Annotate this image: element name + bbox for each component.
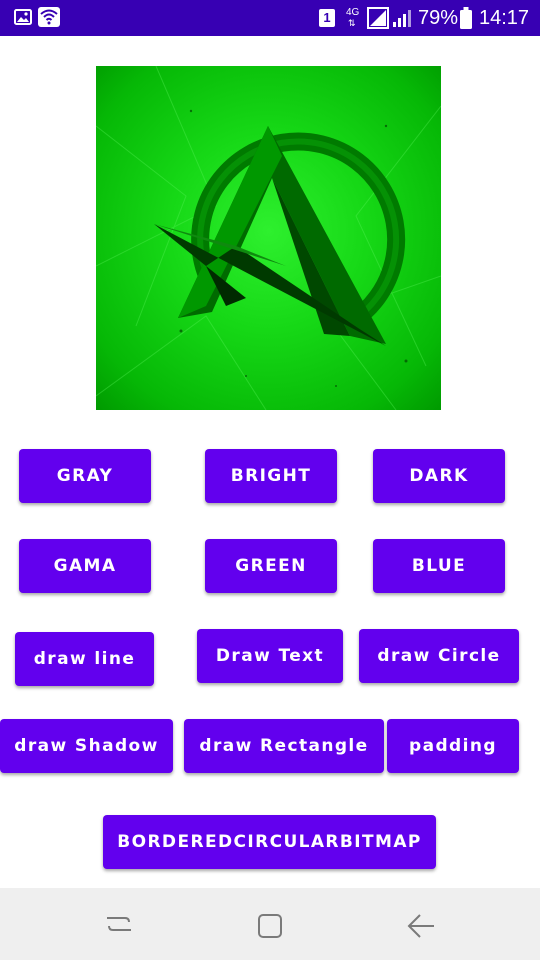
wifi-icon [38, 7, 60, 27]
network-type: 4G [346, 7, 360, 18]
bordered-circular-bitmap-button[interactable]: BORDEREDCIRCULARBITMAP [103, 815, 436, 869]
battery-percent: 79% [418, 7, 459, 29]
status-bar: 1 4G ⇅ 79% 14:17 [0, 0, 540, 36]
image-icon [14, 9, 32, 25]
dark-button[interactable]: DARK [373, 449, 505, 503]
padding-button[interactable]: padding [387, 719, 519, 773]
recent-apps-icon[interactable] [105, 910, 133, 938]
draw-text-button[interactable]: Draw Text [197, 629, 343, 683]
gray-button[interactable]: GRAY [19, 449, 151, 503]
blue-button[interactable]: BLUE [373, 539, 505, 593]
draw-shadow-button[interactable]: draw Shadow [0, 719, 173, 773]
gama-button[interactable]: GAMA [19, 539, 151, 593]
draw-rectangle-button[interactable]: draw Rectangle [184, 719, 384, 773]
logo-image [96, 66, 441, 410]
navigation-bar [0, 888, 540, 960]
green-button[interactable]: GREEN [205, 539, 337, 593]
sim-icon: 1 [319, 9, 335, 27]
home-icon[interactable] [256, 912, 284, 940]
clock: 14:17 [479, 7, 530, 29]
draw-line-button[interactable]: draw line [15, 632, 154, 686]
signal-icon [367, 7, 411, 29]
a-logo-graphic [96, 66, 441, 410]
draw-circle-button[interactable]: draw Circle [359, 629, 519, 683]
network-4g-icon: 4G ⇅ [346, 7, 360, 28]
back-icon[interactable] [406, 912, 436, 940]
sim-badge: 1 [323, 10, 331, 25]
bright-button[interactable]: BRIGHT [205, 449, 337, 503]
battery-icon [460, 7, 472, 29]
